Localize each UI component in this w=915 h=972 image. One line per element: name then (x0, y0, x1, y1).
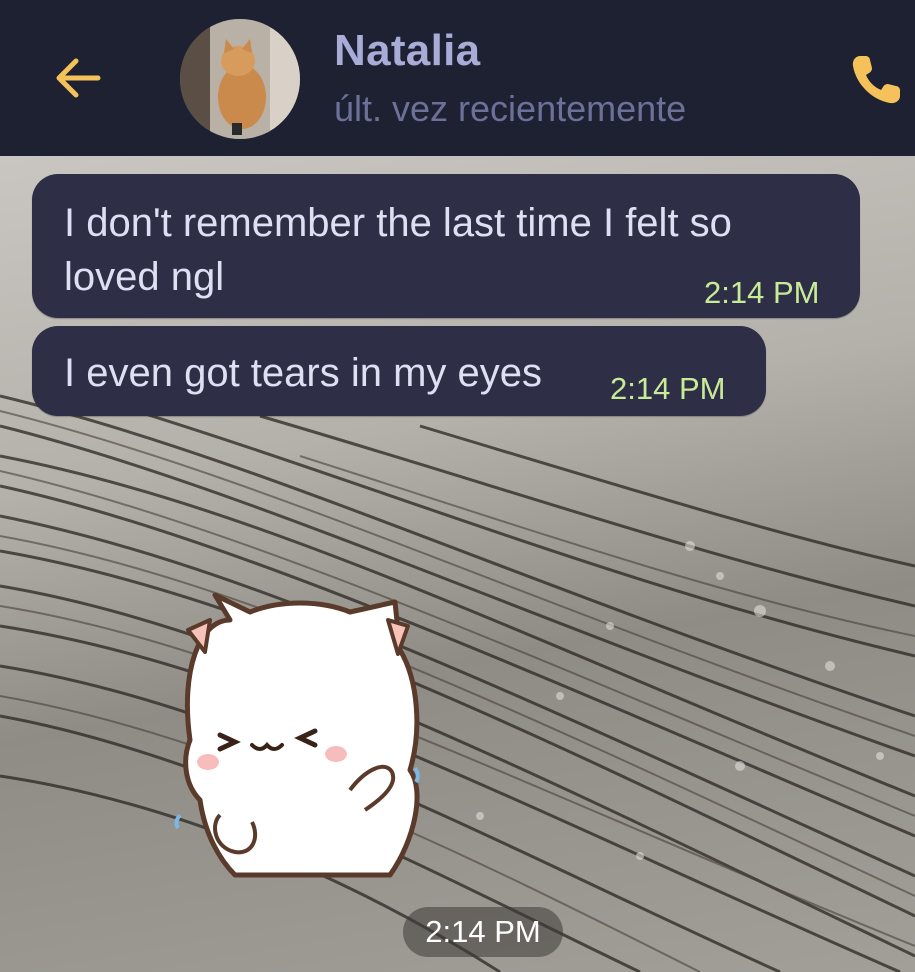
arrow-left-icon (56, 58, 101, 98)
message-text: I don't remember the last time I felt so (64, 201, 732, 245)
message-time: 2:14 PM (610, 371, 726, 406)
message-text: I even got tears in my eyes (64, 351, 543, 395)
message-text: loved ngl (64, 255, 225, 299)
message-bubble[interactable]: I even got tears in my eyes 2:14 PM (32, 326, 766, 416)
white-cat-sticker (138, 592, 420, 878)
contact-avatar[interactable] (180, 19, 300, 139)
cat-sticker[interactable] (138, 590, 422, 880)
message-time: 2:14 PM (704, 275, 820, 310)
chat-header: Natalia últ. vez recientemente (0, 0, 915, 156)
back-button[interactable] (50, 50, 106, 106)
call-button[interactable] (846, 50, 906, 110)
sticker-time: 2:14 PM (403, 907, 563, 957)
phone-icon (852, 56, 900, 104)
message-bubble[interactable]: I don't remember the last time I felt so… (32, 174, 860, 318)
contact-status: últ. vez recientemente (334, 88, 687, 129)
cat-photo-avatar (180, 19, 300, 139)
contact-name[interactable]: Natalia (334, 26, 480, 76)
